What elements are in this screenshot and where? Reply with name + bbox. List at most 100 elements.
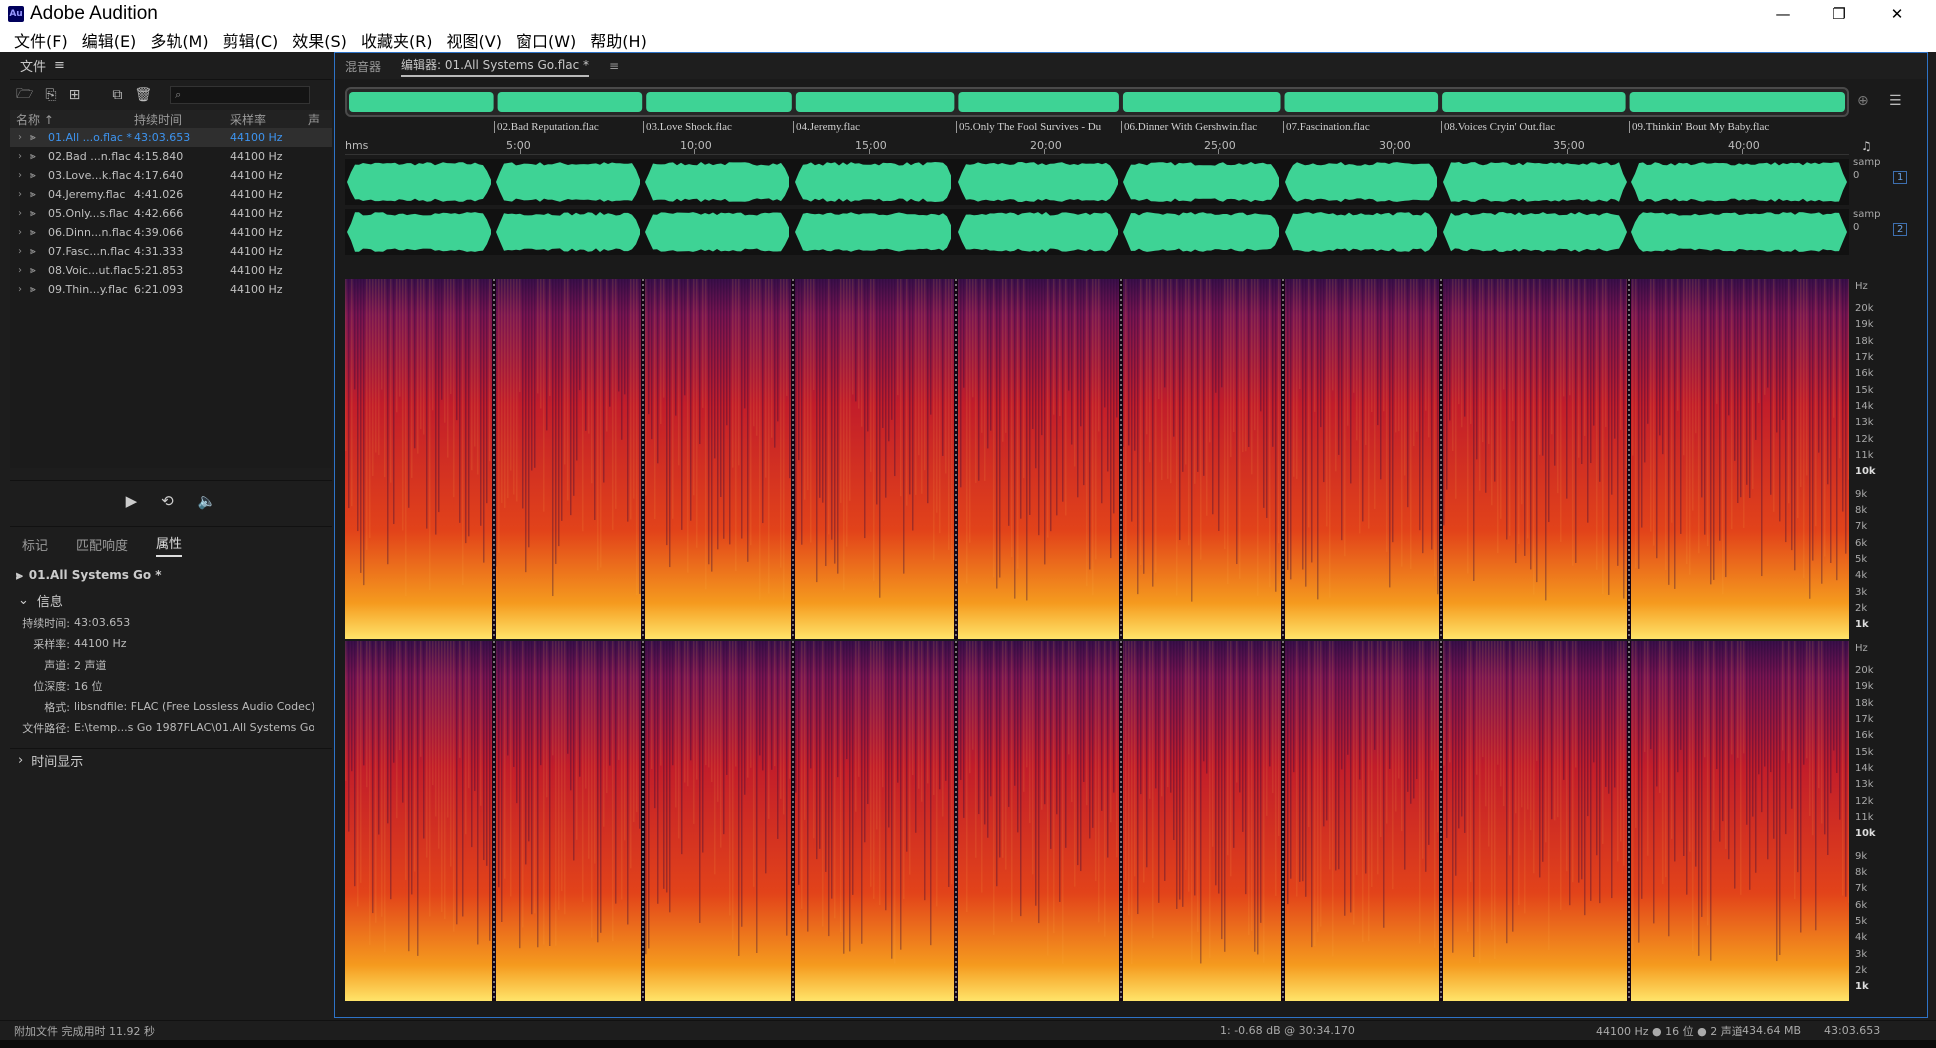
menu-help[interactable]: 帮助(H) [590,28,647,52]
channel-1-badge[interactable]: 1 [1893,171,1908,184]
file-row[interactable]: › ⫸ 09.Thin...y.flac 6:21.093 44100 Hz [10,280,332,299]
play-icon[interactable]: ▶ [126,492,138,510]
file-row[interactable]: › ⫸ 04.Jeremy.flac 4:41.026 44100 Hz [10,185,332,204]
open-folder-icon[interactable]: 🗁 [16,83,33,107]
col-extra[interactable]: 声 [308,111,320,128]
delete-icon[interactable]: 🗑 [134,87,152,103]
frequency-label: 17k [1855,714,1874,725]
file-row[interactable]: › ⫸ 07.Fasc...n.flac 4:31.333 44100 Hz [10,242,332,261]
expand-chevron-icon[interactable]: › [10,265,30,276]
menu-multitrack[interactable]: 多轨(M) [150,28,208,52]
file-row[interactable]: › ⫸ 03.Love...k.flac 4:17.640 44100 Hz [10,166,332,185]
new-file-icon[interactable]: ⊞ [69,87,81,103]
col-rate[interactable]: 采样率 [230,111,308,128]
marker-label[interactable]: 04.Jeremy.flac [793,121,860,133]
timeline-ruler[interactable]: hms 5:00 10:00 15:00 20:00 25:00 30:00 35:00 40… [345,137,1849,155]
overview-segment [795,92,955,112]
autoplay-volume-icon[interactable]: 🔈 [198,492,217,510]
expand-chevron-icon[interactable]: › [10,208,30,219]
waveform-icon: ⫸ [30,151,36,162]
expand-chevron-icon[interactable]: › [10,227,30,238]
file-name: 04.Jeremy.flac [48,188,126,201]
close-button[interactable]: ✕ [1874,0,1920,28]
tab-editor[interactable]: 编辑器: 01.All Systems Go.flac * [401,56,590,77]
frequency-label: 13k [1855,779,1874,790]
frequency-unit: Hz [1855,643,1868,654]
tab-mixer[interactable]: 混音器 [345,58,381,75]
channel-2-badge[interactable]: 2 [1893,223,1908,236]
overview-navigator[interactable] [345,87,1849,117]
expand-chevron-icon[interactable]: › [10,189,30,200]
file-row[interactable]: › ⫸ 06.Dinn...n.flac 4:39.066 44100 Hz [10,223,332,242]
file-row[interactable]: › ⫸ 08.Voic...ut.flac 5:21.853 44100 Hz [10,261,332,280]
menu-favorites[interactable]: 收藏夹(R) [361,28,433,52]
overview-segment [349,92,494,112]
zoom-icon[interactable]: ⊕ [1857,93,1869,109]
col-duration[interactable]: 持续时间 [134,111,230,128]
frequency-label: 6k [1855,900,1868,911]
expand-chevron-icon[interactable]: › [10,132,30,143]
waveform-channel-2[interactable] [345,209,1849,255]
menu-clip[interactable]: 剪辑(C) [223,28,279,52]
file-name: 09.Thin...y.flac [48,283,128,296]
tab-menu-icon[interactable]: ≡ [609,59,619,73]
expand-chevron-icon[interactable]: › [10,170,30,181]
panel-menu-icon[interactable]: ≡ [54,58,65,73]
import-file-icon[interactable]: ⎘ [45,87,56,103]
marker-label[interactable]: 02.Bad Reputation.flac [494,121,599,133]
frequency-label: 10k [1855,828,1876,839]
file-name: 02.Bad ...n.flac [48,150,131,163]
spectrogram-channel-1[interactable] [345,279,1849,639]
status-duration: 43:03.653 [1824,1024,1881,1037]
loop-icon[interactable]: ⟲ [161,492,174,510]
menu-edit[interactable]: 编辑(E) [82,28,137,52]
file-row[interactable]: › ⫸ 01.All ...o.flac * 43:03.653 44100 Hz [10,128,332,147]
marker-label[interactable]: 09.Thinkin' Bout My Baby.flac [1629,121,1769,133]
file-row[interactable]: › ⫸ 05.Only...s.flac 4:42.666 44100 Hz [10,204,332,223]
waveform-icon: ⫸ [30,246,36,257]
waveform-segment [496,212,640,252]
audition-logo-icon: Au [8,6,24,22]
tab-markers[interactable]: 标记 [22,535,48,554]
waveform-icon: ⫸ [30,208,36,219]
waveform-channel-1[interactable] [345,159,1849,205]
tab-properties[interactable]: 属性 [156,533,183,557]
frequency-label: 19k [1855,319,1874,330]
spectrogram-channel-2[interactable] [345,641,1849,1001]
marker-label[interactable]: 08.Voices Cryin' Out.flac [1441,121,1555,133]
expand-chevron-icon[interactable]: › [10,246,30,257]
time-display-section-header[interactable]: › 时间显示 [10,748,332,772]
maximize-button[interactable]: ❐ [1816,0,1862,28]
expand-chevron-icon[interactable]: › [10,284,30,295]
file-rate: 44100 Hz [230,188,283,201]
ruler-tick-label: 15:00 [855,139,887,152]
info-section-header[interactable]: ⌄ 信息 [10,588,332,612]
menu-view[interactable]: 视图(V) [447,28,502,52]
property-value: libsndfile: FLAC (Free Lossless Audio Co… [74,700,314,713]
menu-window[interactable]: 窗口(W) [516,28,576,52]
frequency-label: 8k [1855,505,1868,516]
expand-chevron-icon[interactable]: › [10,151,30,162]
menu-effects[interactable]: 效果(S) [292,28,347,52]
headphones-icon[interactable]: ♫ [1861,139,1872,153]
marker-label[interactable]: 05.Only The Fool Survives - Du [956,121,1101,133]
marker-label[interactable]: 06.Dinner With Gershwin.flac [1121,121,1257,133]
file-name: 06.Dinn...n.flac [48,226,132,239]
tab-match-loudness[interactable]: 匹配响度 [76,535,128,554]
menu-file[interactable]: 文件(F) [14,28,68,52]
property-value: E:\temp...s Go 1987FLAC\01.All Systems G… [74,721,314,734]
frequency-label: 9k [1855,851,1868,862]
file-row[interactable]: › ⫸ 02.Bad ...n.flac 4:15.840 44100 Hz [10,147,332,166]
col-name[interactable]: 名称 ↑ [10,111,134,128]
files-panel-title[interactable]: 文件 [20,56,46,75]
marker-label[interactable]: 07.Fascination.flac [1283,121,1370,133]
frequency-label: 2k [1855,603,1868,614]
panel-options-icon[interactable]: ☰ [1889,93,1902,109]
frequency-label: 12k [1855,434,1874,445]
minimize-button[interactable]: — [1760,0,1806,28]
search-input[interactable]: ⌕ [170,86,311,104]
frequency-label: 16k [1855,368,1874,379]
marker-label[interactable]: 03.Love Shock.flac [643,121,732,133]
waveform-segment [645,162,789,202]
insert-multitrack-icon[interactable]: ⧉ [112,87,122,103]
